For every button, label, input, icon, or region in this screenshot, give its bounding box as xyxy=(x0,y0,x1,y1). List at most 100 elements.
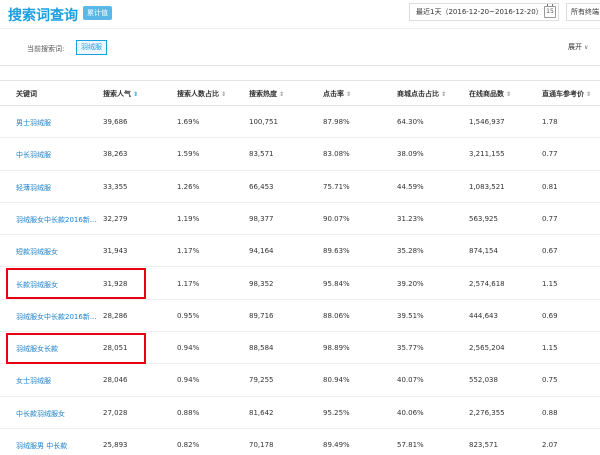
cell-ctr: 75.71% xyxy=(323,182,350,191)
cell-keyword[interactable]: 中长羽绒服 xyxy=(16,150,51,160)
cell-search-heat: 79,255 xyxy=(249,376,274,385)
cell-keyword[interactable]: 羽绒服女中长款2016新... xyxy=(16,215,97,225)
device-select[interactable]: 所有终端 xyxy=(566,3,600,21)
cell-mall-click-share: 39.20% xyxy=(397,279,424,288)
page-title: 搜索词查询 xyxy=(8,8,78,24)
sort-icon[interactable]: ⇕ xyxy=(441,91,446,98)
table-header: 关键词 搜索人气 ⇕ 搜索人数占比 ⇕ 搜索热度 ⇕ 点击率 ⇕ 商城点击占比 ⇕ 在线商… xyxy=(0,80,600,106)
cell-ctr: 83.08% xyxy=(323,150,350,159)
highlight-box xyxy=(6,268,146,299)
cell-ppc-price: 0.67 xyxy=(542,247,558,256)
cell-online-items: 2,276,355 xyxy=(469,408,505,417)
filter-bar: 当前搜索词: 羽绒服 展开 ∨ xyxy=(0,28,600,66)
sort-icon[interactable]: ⇕ xyxy=(506,91,511,98)
table-row: 男士羽绒服 39,686 1.69% 100,751 87.98% 64.30% 1,546… xyxy=(0,106,600,139)
cell-search-popularity: 27,028 xyxy=(103,408,128,417)
cell-search-share: 1.26% xyxy=(177,182,200,191)
table-row: 羽绒服男 中长款 25,893 0.82% 70,178 89.49% 57.81% 823… xyxy=(0,429,600,455)
cell-mall-click-share: 40.06% xyxy=(397,408,424,417)
current-keyword-tag[interactable]: 羽绒服 xyxy=(76,40,107,55)
calendar-icon[interactable]: 15 xyxy=(544,4,556,18)
chevron-down-icon: ∨ xyxy=(584,44,589,51)
cell-keyword[interactable]: 男士羽绒服 xyxy=(16,118,51,128)
cell-keyword[interactable]: 女士羽绒服 xyxy=(16,376,51,386)
cell-search-popularity: 32,279 xyxy=(103,214,128,223)
page-header: 搜索词查询 累计值 最近1天（2016-12-20~2016-12-20） 15… xyxy=(0,0,600,28)
column-header-ppc-price[interactable]: 直通车参考价 ⇕ xyxy=(542,89,591,99)
column-header-search-heat[interactable]: 搜索热度 ⇕ xyxy=(249,89,284,99)
cell-ppc-price: 0.77 xyxy=(542,214,558,223)
cell-search-heat: 81,642 xyxy=(249,408,274,417)
cell-ctr: 87.98% xyxy=(323,118,350,126)
cell-ppc-price: 1.15 xyxy=(542,279,558,288)
cell-search-share: 1.59% xyxy=(177,150,200,159)
cell-mall-click-share: 57.81% xyxy=(397,441,424,449)
cell-ctr: 90.07% xyxy=(323,214,350,223)
cell-keyword[interactable]: 羽绒服男 中长款 xyxy=(16,441,67,451)
cell-search-share: 0.95% xyxy=(177,311,200,320)
cell-search-share: 0.94% xyxy=(177,344,200,353)
cell-search-share: 0.82% xyxy=(177,441,200,449)
cell-ctr: 95.84% xyxy=(323,279,350,288)
cell-online-items: 552,038 xyxy=(469,376,498,385)
cell-search-popularity: 39,686 xyxy=(103,118,128,126)
cell-keyword[interactable]: 羽绒服女中长款2016新... xyxy=(16,312,97,322)
cell-keyword[interactable]: 短款羽绒服女 xyxy=(16,247,58,257)
cell-ctr: 98.89% xyxy=(323,344,350,353)
cell-search-heat: 88,584 xyxy=(249,344,274,353)
cell-ppc-price: 2.07 xyxy=(542,441,558,449)
cell-online-items: 444,643 xyxy=(469,311,498,320)
cell-online-items: 563,925 xyxy=(469,214,498,223)
table-row: 羽绒服女中长款2016新... 32,279 1.19% 98,377 90.07% 31… xyxy=(0,203,600,236)
column-header-mall-click-share[interactable]: 商城点击占比 ⇕ xyxy=(397,89,446,99)
cell-search-popularity: 38,263 xyxy=(103,150,128,159)
sort-icon[interactable]: ⇕ xyxy=(346,91,351,98)
cell-search-share: 1.17% xyxy=(177,247,200,256)
cell-ctr: 89.49% xyxy=(323,441,350,449)
cell-keyword[interactable]: 轻薄羽绒服 xyxy=(16,183,51,193)
cell-ctr: 89.63% xyxy=(323,247,350,256)
cell-search-heat: 89,716 xyxy=(249,311,274,320)
cell-mall-click-share: 64.30% xyxy=(397,118,424,126)
cell-search-popularity: 28,286 xyxy=(103,311,128,320)
cell-search-share: 1.69% xyxy=(177,118,200,126)
cell-mall-click-share: 35.28% xyxy=(397,247,424,256)
cell-search-share: 0.88% xyxy=(177,408,200,417)
sort-icon[interactable]: ⇕ xyxy=(586,91,591,98)
cell-ppc-price: 1.78 xyxy=(542,118,558,126)
cell-search-heat: 98,377 xyxy=(249,214,274,223)
cell-search-heat: 98,352 xyxy=(249,279,274,288)
column-header-search-share[interactable]: 搜索人数占比 ⇕ xyxy=(177,89,226,99)
cell-online-items: 1,546,937 xyxy=(469,118,505,126)
cell-search-popularity: 33,355 xyxy=(103,182,128,191)
cell-online-items: 3,211,155 xyxy=(469,150,505,159)
cell-search-heat: 83,571 xyxy=(249,150,274,159)
date-range-text: 最近1天（2016-12-20~2016-12-20） xyxy=(416,8,543,16)
column-header-online-items[interactable]: 在线商品数 ⇕ xyxy=(469,89,511,99)
table-row: 羽绒服女中长款2016新... 28,286 0.95% 89,716 88.06% 39… xyxy=(0,300,600,333)
cell-search-share: 1.19% xyxy=(177,214,200,223)
expand-toggle[interactable]: 展开 ∨ xyxy=(568,42,588,52)
cell-mall-click-share: 35.77% xyxy=(397,344,424,353)
cell-search-heat: 70,178 xyxy=(249,441,274,449)
cell-ppc-price: 0.88 xyxy=(542,408,558,417)
table-row: 中长羽绒服 38,263 1.59% 83,571 83.08% 38.09% 3,211,… xyxy=(0,138,600,171)
cumulative-badge: 累计值 xyxy=(83,6,112,20)
cell-search-heat: 66,453 xyxy=(249,182,274,191)
sort-icon[interactable]: ⇕ xyxy=(221,91,226,98)
cell-online-items: 823,571 xyxy=(469,441,498,449)
date-range-picker[interactable]: 最近1天（2016-12-20~2016-12-20） 15 xyxy=(409,3,559,21)
column-header-search-popularity[interactable]: 搜索人气 ⇕ xyxy=(103,89,138,99)
sort-icon[interactable]: ⇕ xyxy=(279,91,284,98)
cell-online-items: 2,574,618 xyxy=(469,279,505,288)
cell-ppc-price: 0.69 xyxy=(542,311,558,320)
sort-icon[interactable]: ⇕ xyxy=(133,91,138,98)
column-header-ctr[interactable]: 点击率 ⇕ xyxy=(323,89,351,99)
cell-search-popularity: 28,046 xyxy=(103,376,128,385)
column-header-keyword: 关键词 xyxy=(16,90,37,98)
cell-search-heat: 94,164 xyxy=(249,247,274,256)
cell-search-share: 1.17% xyxy=(177,279,200,288)
cell-search-share: 0.94% xyxy=(177,376,200,385)
cell-keyword[interactable]: 中长款羽绒服女 xyxy=(16,409,65,419)
cell-online-items: 1,083,521 xyxy=(469,182,505,191)
